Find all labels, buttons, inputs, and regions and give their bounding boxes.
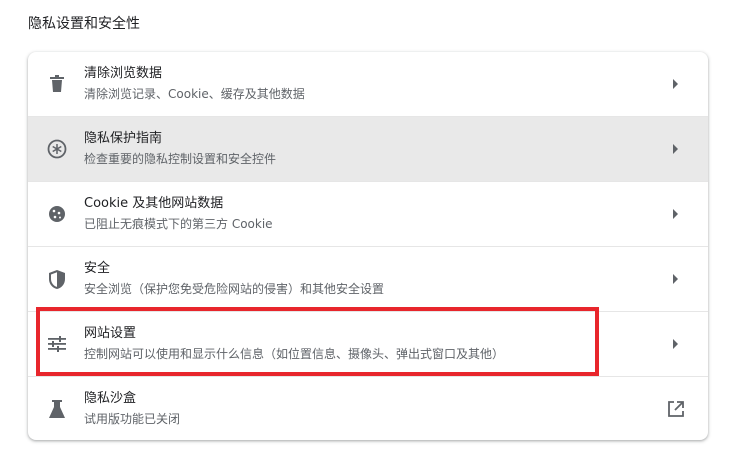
arrow-right-icon — [666, 74, 686, 94]
row-description: 已阻止无痕模式下的第三方 Cookie — [84, 217, 273, 231]
row-privacy-guide[interactable]: 隐私保护指南 检查重要的隐私控制设置和安全控件 — [28, 116, 708, 181]
flask-icon — [46, 398, 68, 420]
arrow-right-icon — [666, 204, 686, 224]
row-privacy-sandbox[interactable]: 隐私沙盒 试用版功能已关闭 — [28, 376, 708, 440]
row-description: 控制网站可以使用和显示什么信息（如位置信息、摄像头、弹出式窗口及其他） — [84, 347, 505, 361]
sliders-icon — [46, 333, 68, 355]
row-description: 检查重要的隐私控制设置和安全控件 — [84, 152, 277, 166]
row-site-settings[interactable]: 网站设置 控制网站可以使用和显示什么信息（如位置信息、摄像头、弹出式窗口及其他） — [28, 311, 708, 376]
section-title: 隐私设置和安全性 — [28, 16, 140, 32]
privacy-guide-icon — [46, 138, 68, 160]
row-security[interactable]: 安全 安全浏览（保护您免受危险网站的侵害）和其他安全设置 — [28, 246, 708, 311]
row-cookies[interactable]: Cookie 及其他网站数据 已阻止无痕模式下的第三方 Cookie — [28, 181, 708, 246]
shield-icon — [46, 268, 68, 290]
trash-icon — [46, 73, 68, 95]
arrow-right-icon — [666, 334, 686, 354]
row-title: 网站设置 — [84, 326, 137, 341]
row-description: 清除浏览记录、Cookie、缓存及其他数据 — [84, 87, 305, 101]
cookie-icon — [46, 203, 68, 225]
row-title: 隐私沙盒 — [84, 391, 137, 406]
arrow-right-icon — [666, 269, 686, 289]
row-title: 隐私保护指南 — [84, 131, 163, 146]
arrow-right-icon — [666, 139, 686, 159]
row-description: 试用版功能已关闭 — [84, 412, 181, 426]
privacy-security-card: 清除浏览数据 清除浏览记录、Cookie、缓存及其他数据 隐私保护指南 检查重要… — [28, 52, 708, 440]
row-description: 安全浏览（保护您免受危险网站的侵害）和其他安全设置 — [84, 282, 385, 296]
open-in-new-icon[interactable] — [666, 399, 686, 419]
row-title: 清除浏览数据 — [84, 66, 163, 81]
row-title: Cookie 及其他网站数据 — [84, 196, 224, 211]
row-title: 安全 — [84, 261, 111, 276]
row-clear-browsing-data[interactable]: 清除浏览数据 清除浏览记录、Cookie、缓存及其他数据 — [28, 52, 708, 116]
